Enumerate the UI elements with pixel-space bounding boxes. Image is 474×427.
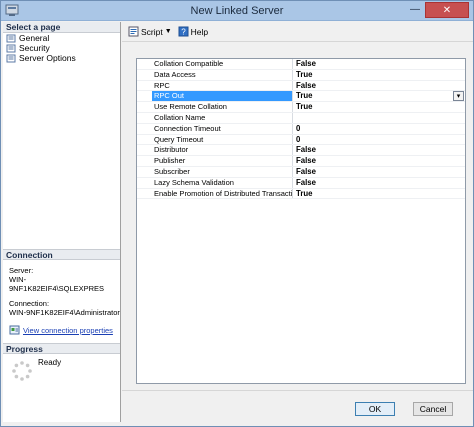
property-row[interactable]: Subscriber False (137, 166, 465, 178)
property-name: RPC Out (152, 91, 293, 102)
property-name: Connection Timeout (152, 123, 293, 134)
property-name: Collation Name (152, 112, 293, 123)
left-panel: Select a page General Security Server Op… (3, 22, 121, 422)
property-name: Query Timeout (152, 134, 293, 145)
property-name: Collation Compatible (152, 59, 293, 69)
property-row[interactable]: Query Timeout 0 (137, 134, 465, 146)
property-value[interactable]: False (293, 59, 465, 69)
property-row[interactable]: RPC False (137, 80, 465, 92)
property-value[interactable]: True (293, 189, 465, 199)
new-linked-server-window: New Linked Server — ✕ Select a page Gene… (0, 0, 474, 427)
property-value[interactable]: 0 (293, 124, 465, 134)
connection-label: Connection: (9, 299, 50, 308)
dropdown-chevron-icon[interactable]: ▾ (453, 91, 464, 102)
property-value-select[interactable]: True (293, 91, 465, 102)
server-value: WIN-9NF1K82EIF4\SQLEXPRES (9, 275, 105, 293)
script-button[interactable]: Script ▼ (128, 26, 172, 37)
progress-header: Progress (3, 343, 120, 354)
chevron-down-icon[interactable]: ▼ (165, 28, 172, 35)
property-value[interactable]: False (293, 167, 465, 177)
progress-status: Ready (38, 358, 62, 367)
help-label: Help (190, 26, 209, 37)
page-icon (6, 54, 16, 62)
property-value[interactable]: False (293, 156, 465, 166)
ok-button[interactable]: OK (355, 402, 395, 416)
main-panel: Script ▼ ? Help Collation Compatible Fal… (122, 22, 473, 390)
property-value[interactable]: False (293, 178, 465, 188)
cancel-button[interactable]: Cancel (413, 402, 453, 416)
close-button[interactable]: ✕ (425, 2, 469, 18)
property-row[interactable]: Connection Timeout 0 (137, 123, 465, 135)
script-icon (128, 26, 139, 37)
property-row[interactable]: Collation Compatible False (137, 59, 465, 70)
page-item-general[interactable]: General (3, 33, 120, 43)
select-page-section: Select a page General Security Server Op… (3, 22, 120, 249)
property-value[interactable]: True (293, 102, 465, 112)
property-grid[interactable]: Collation Compatible False Data Access T… (136, 58, 466, 384)
property-name: Data Access (152, 69, 293, 80)
property-name: RPC (152, 80, 293, 91)
connection-header: Connection (3, 249, 120, 260)
property-row[interactable]: Lazy Schema Validation False (137, 177, 465, 189)
property-value[interactable]: False (293, 145, 465, 155)
property-value[interactable]: 0 (293, 135, 465, 145)
property-row[interactable]: Data Access True (137, 69, 465, 81)
page-item-label: Security (19, 43, 50, 53)
property-name: Publisher (152, 156, 293, 166)
page-item-label: General (19, 33, 50, 43)
property-row[interactable]: Publisher False (137, 156, 465, 167)
property-row[interactable]: Distributor False (137, 145, 465, 157)
property-name: Enable Promotion of Distributed Transact… (154, 188, 293, 199)
connection-section: Connection Server: WIN-9NF1K82EIF4\SQLEX… (3, 249, 120, 343)
help-icon: ? (178, 26, 189, 37)
view-connection-properties-link[interactable]: View connection properties (23, 326, 113, 335)
server-label: Server: (9, 266, 34, 275)
property-value[interactable] (293, 113, 465, 123)
property-name: Subscriber (152, 166, 293, 177)
property-value[interactable]: False (293, 81, 465, 91)
property-row-selected[interactable]: RPC Out True ▾ (137, 91, 465, 103)
view-connection-properties-row[interactable]: View connection properties (3, 325, 120, 335)
page-icon (6, 44, 16, 52)
connection-value: WIN-9NF1K82EIF4\Administrator (9, 308, 120, 317)
connection-properties-icon (9, 325, 20, 335)
property-name: Lazy Schema Validation (152, 177, 293, 188)
page-item-server-options[interactable]: Server Options (3, 53, 120, 63)
title-bar[interactable]: New Linked Server — ✕ (1, 1, 473, 21)
help-button[interactable]: ? Help (178, 26, 208, 37)
property-row[interactable]: Collation Name (137, 112, 465, 124)
minimize-button[interactable]: — (403, 2, 427, 18)
page-item-label: Server Options (19, 53, 76, 63)
property-value[interactable]: True (293, 70, 465, 80)
progress-spinner-icon (12, 361, 32, 381)
toolbar: Script ▼ ? Help (122, 22, 473, 42)
dialog-footer: OK Cancel (122, 390, 473, 422)
page-icon (6, 34, 16, 42)
svg-text:?: ? (181, 28, 186, 37)
property-row[interactable]: Use Remote Collation True (137, 102, 465, 113)
page-item-security[interactable]: Security (3, 43, 120, 53)
property-row[interactable]: Enable Promotion of Distributed Transact… (137, 188, 465, 200)
property-name: Use Remote Collation (152, 102, 293, 112)
script-label: Script (141, 26, 163, 37)
select-page-header: Select a page (3, 22, 120, 33)
property-name: Distributor (152, 145, 293, 156)
progress-section: Progress Ready (3, 343, 120, 404)
